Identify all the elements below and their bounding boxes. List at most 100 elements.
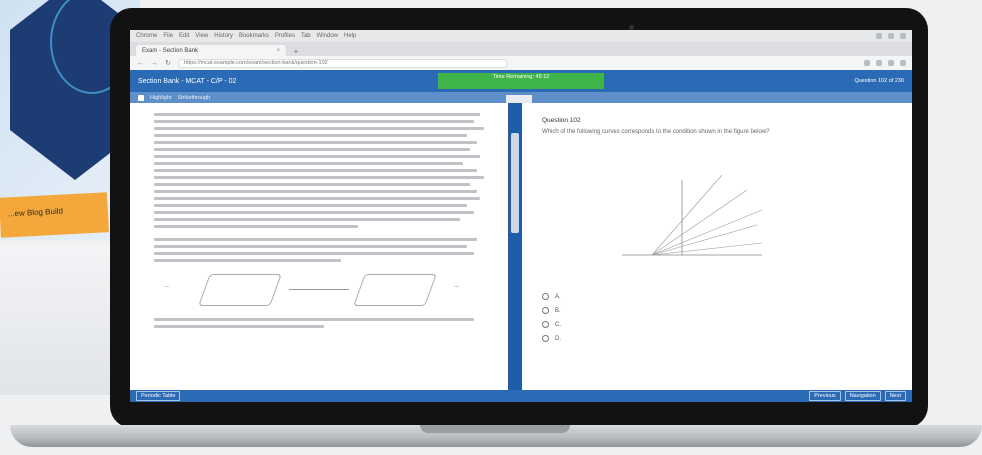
wifi-icon[interactable] xyxy=(876,33,882,39)
graph-curve-2 xyxy=(651,189,748,256)
forward-icon[interactable]: → xyxy=(150,60,158,67)
close-icon[interactable]: × xyxy=(276,48,280,54)
question-stem: Which of the following curves correspond… xyxy=(542,129,770,135)
question-pane: Question 102 Which of the following curv… xyxy=(522,103,912,390)
pane-divider[interactable] xyxy=(508,103,522,390)
answer-choice-a[interactable]: A. xyxy=(542,293,561,300)
menu-item-tab[interactable]: Tab xyxy=(301,33,311,39)
menu-item-profiles[interactable]: Profiles xyxy=(275,33,295,39)
background-panel xyxy=(0,245,110,395)
address-bar[interactable]: https://mcat.example.com/exam/section-ba… xyxy=(178,58,508,68)
question-number: Question 102 xyxy=(542,117,581,124)
passage-line xyxy=(154,134,467,137)
menu-item-edit[interactable]: Edit xyxy=(179,33,189,39)
strikethrough-button[interactable]: Strikethrough xyxy=(177,95,210,101)
clock-icon[interactable] xyxy=(900,33,906,39)
passage-line xyxy=(154,238,477,241)
graph-curve-5 xyxy=(651,242,763,256)
answer-choice-label: A. xyxy=(555,293,561,300)
passage-line xyxy=(154,259,341,262)
graph-curve-4 xyxy=(651,224,758,256)
radio-button[interactable] xyxy=(542,307,549,314)
highlight-icon[interactable] xyxy=(138,94,144,101)
os-menu-bar: Chrome File Edit View History Bookmarks … xyxy=(130,30,912,42)
passage-line xyxy=(154,190,477,193)
menu-item-view[interactable]: View xyxy=(195,33,208,39)
browser-toolbar: ← → ↻ https://mcat.example.com/exam/sect… xyxy=(130,56,912,70)
scrollbar-thumb[interactable] xyxy=(511,133,519,233)
previous-button[interactable]: Previous xyxy=(809,391,841,401)
passage-line xyxy=(154,252,474,255)
reaction-label-right: — xyxy=(454,284,459,290)
passage-line xyxy=(154,141,477,144)
profile-icon[interactable] xyxy=(888,60,894,66)
passage-line xyxy=(154,245,467,248)
exam-title: Section Bank - MCAT - C/P - 02 xyxy=(138,77,237,85)
highlight-button[interactable]: Highlight xyxy=(150,95,171,101)
exam-content: — — Question 102 Which of the following … xyxy=(130,95,912,390)
passage-line xyxy=(154,197,481,200)
reaction-arrow xyxy=(289,289,349,290)
passage-line xyxy=(154,225,358,228)
answer-choice-c[interactable]: C. xyxy=(542,321,561,328)
exam-header: Section Bank - MCAT - C/P - 02 Time Rema… xyxy=(130,70,912,92)
molecule-structure-2 xyxy=(353,274,437,306)
graph-curve-1 xyxy=(651,174,723,256)
graph-curve-3 xyxy=(651,209,763,256)
passage-line xyxy=(154,127,484,130)
passage-line xyxy=(154,211,474,214)
menu-item-window[interactable]: Window xyxy=(317,33,338,39)
battery-icon[interactable] xyxy=(888,33,894,39)
menu-item-help[interactable]: Help xyxy=(344,33,356,39)
menu-item-file[interactable]: File xyxy=(163,33,173,39)
exam-footer: Periodic Table Previous Navigation Next xyxy=(130,390,912,402)
answer-choice-label: B. xyxy=(555,307,561,314)
answer-choice-d[interactable]: D. xyxy=(542,335,561,342)
kebab-menu-icon[interactable] xyxy=(900,60,906,66)
url-text: https://mcat.example.com/exam/section-ba… xyxy=(184,60,328,66)
menu-item-history[interactable]: History xyxy=(214,33,233,39)
question-counter-line-1: Question 102 of 230 xyxy=(854,77,904,84)
back-icon[interactable]: ← xyxy=(136,60,144,67)
molecule-structure-1 xyxy=(198,274,282,306)
passage-pane[interactable]: — — xyxy=(130,103,508,390)
passage-line xyxy=(154,325,324,328)
passage-line xyxy=(154,162,464,165)
answer-choice-b[interactable]: B. xyxy=(542,307,561,314)
menu-item-bookmarks[interactable]: Bookmarks xyxy=(239,33,269,39)
radio-button[interactable] xyxy=(542,293,549,300)
next-button[interactable]: Next xyxy=(884,391,906,401)
timer-box: Time Remaining: 45:12 xyxy=(438,73,604,89)
background-orange-text: ...ew Blog Build xyxy=(7,206,64,219)
answer-choice-label: D. xyxy=(555,335,561,342)
answer-choice-label: C. xyxy=(555,321,561,328)
laptop-screen: Chrome File Edit View History Bookmarks … xyxy=(130,30,912,402)
passage-line xyxy=(154,204,467,207)
question-graph xyxy=(622,174,763,256)
passage-line xyxy=(154,113,481,116)
passage-line xyxy=(154,183,471,186)
passage-line xyxy=(154,169,477,172)
periodic-table-button[interactable]: Periodic Table xyxy=(136,391,181,401)
passage-line xyxy=(154,176,484,179)
navigation-button[interactable]: Navigation xyxy=(844,391,881,401)
tab-title: Exam - Section Bank xyxy=(142,47,199,54)
reload-icon[interactable]: ↻ xyxy=(164,59,172,67)
radio-button[interactable] xyxy=(542,321,549,328)
browser-tab-active[interactable]: Exam - Section Bank × xyxy=(136,45,286,56)
passage-line xyxy=(154,318,474,321)
browser-tab-strip: Exam - Section Bank × + xyxy=(130,42,912,56)
laptop-hinge xyxy=(420,425,570,433)
passage-line xyxy=(154,148,471,151)
split-view-tab[interactable] xyxy=(506,95,532,103)
radio-button[interactable] xyxy=(542,335,549,342)
menu-item-app[interactable]: Chrome xyxy=(136,33,157,39)
extension-icon[interactable] xyxy=(864,60,870,66)
bookmark-star-icon[interactable] xyxy=(876,60,882,66)
new-tab-button[interactable]: + xyxy=(290,47,302,56)
passage-line xyxy=(154,120,474,123)
timer-line-1: Time Remaining: 45:12 xyxy=(492,74,550,80)
reaction-figure: — — xyxy=(154,270,494,310)
background-orange-label: ...ew Blog Build xyxy=(0,192,109,238)
passage-line xyxy=(154,155,481,158)
